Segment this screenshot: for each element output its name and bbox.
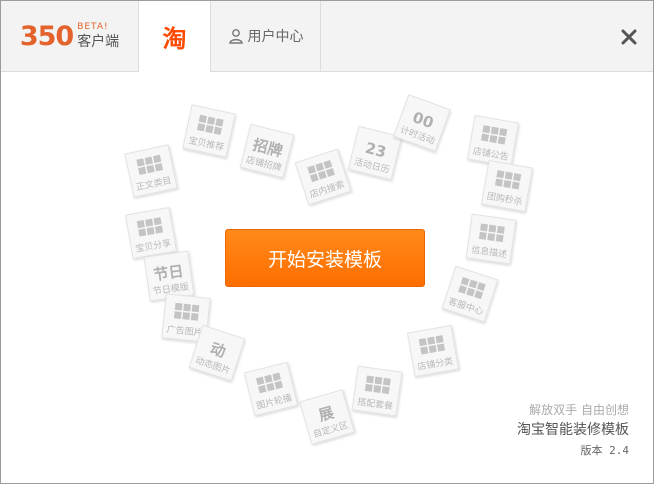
feature-tile: 宝贝分享 bbox=[124, 206, 178, 260]
feature-tile: 信息描述 bbox=[465, 213, 517, 265]
product-name: 淘宝智能装修模板 bbox=[517, 422, 629, 438]
feature-tile: 客服中心 bbox=[441, 265, 499, 323]
app-logo: 350 BETA! 客户端 bbox=[1, 1, 139, 71]
feature-tile: 图片轮播 bbox=[243, 361, 299, 417]
title-bar: 350 BETA! 客户端 淘 用户中心 bbox=[1, 1, 653, 72]
taobao-icon: 淘 bbox=[162, 25, 187, 53]
installer-window: 350 BETA! 客户端 淘 用户中心 宝贝推荐 招牌 店铺招牌 店内搜索 23 活动日 bbox=[0, 0, 654, 484]
feature-tile: 正文类目 bbox=[124, 144, 178, 198]
feature-tile: 展自定义区 bbox=[299, 389, 355, 445]
start-install-button[interactable]: 开始安装模板 bbox=[225, 229, 425, 287]
tab-user-center-label: 用户中心 bbox=[247, 29, 304, 45]
user-icon bbox=[228, 29, 243, 44]
feature-tile: 宝贝推荐 bbox=[182, 104, 236, 158]
feature-tile: 23活动日历 bbox=[347, 125, 403, 181]
slogan: 解放双手 自由创想 bbox=[529, 403, 629, 417]
feature-tile: 搭配套餐 bbox=[351, 365, 403, 417]
feature-tile: 节日节日模版 bbox=[143, 250, 195, 302]
feature-tile: 团购秒杀 bbox=[480, 159, 534, 213]
tab-user-center[interactable]: 用户中心 bbox=[211, 1, 321, 71]
logo-number: 350 bbox=[19, 20, 74, 52]
feature-tile: 00计时活动 bbox=[393, 94, 451, 152]
feature-tile: 店内搜索 bbox=[294, 148, 352, 206]
logo-client-label: 客户端 bbox=[77, 34, 120, 50]
logo-beta-badge: BETA! bbox=[77, 22, 109, 32]
feature-tile: 店铺分类 bbox=[406, 324, 460, 378]
feature-tile: 店铺公告 bbox=[466, 114, 520, 168]
version-label: 版本 2.4 bbox=[580, 444, 630, 457]
close-icon[interactable] bbox=[619, 27, 639, 47]
tab-taobao[interactable]: 淘 bbox=[139, 1, 211, 72]
feature-tile: 招牌店铺招牌 bbox=[239, 123, 295, 179]
